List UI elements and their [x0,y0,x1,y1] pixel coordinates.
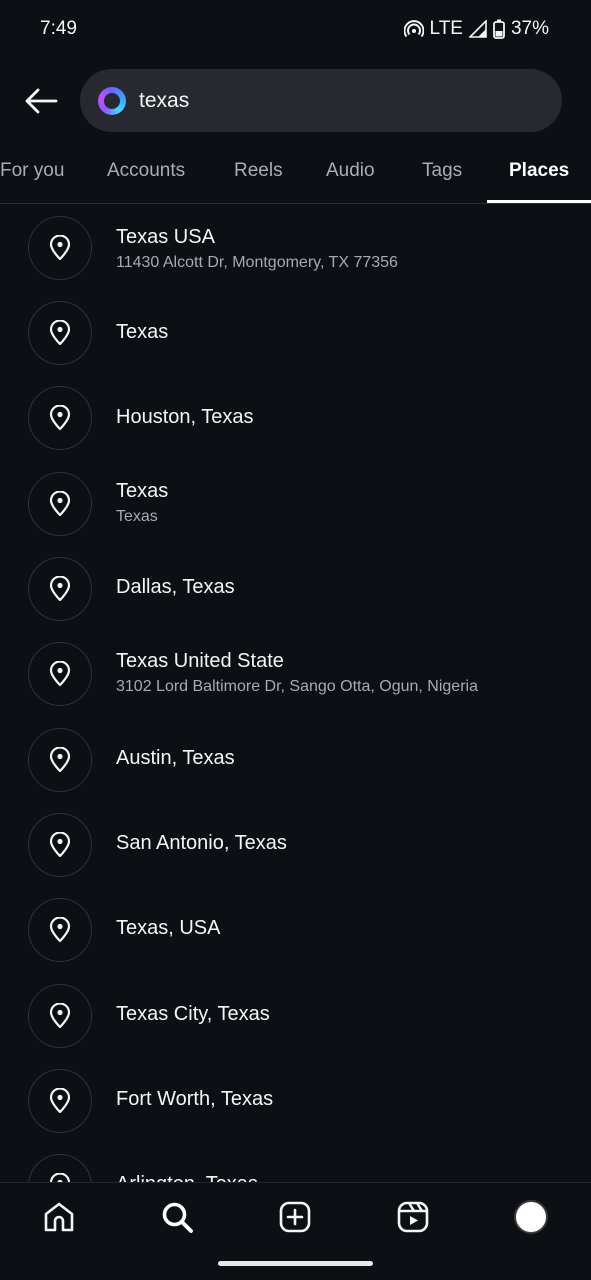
tab-audio[interactable]: Audio [326,160,375,182]
place-name: Texas USA [116,226,215,248]
location-pin-icon [28,984,92,1048]
create-icon[interactable] [275,1197,315,1237]
status-indicators: LTE 37% [403,18,549,40]
place-item[interactable]: Texas USA 11430 Alcott Dr, Montgomery, T… [0,208,591,288]
battery-icon [493,19,505,39]
place-name: Fort Worth, Texas [116,1088,274,1110]
profile-avatar[interactable] [511,1197,551,1237]
location-pin-icon [28,1069,92,1133]
location-pin-icon [28,642,92,706]
home-indicator[interactable] [218,1261,373,1266]
network-type: LTE [429,18,463,39]
search-input[interactable] [139,88,519,113]
location-pin-icon [28,472,92,536]
place-item[interactable]: San Antonio, Texas [0,805,591,885]
place-item[interactable]: Houston, Texas [0,378,591,458]
place-address: 11430 Alcott Dr, Montgomery, TX 77356 [116,254,398,271]
place-name: Texas, USA [116,917,221,939]
battery-level: 37% [510,18,549,39]
place-address: 3102 Lord Baltimore Dr, Sango Otta, Ogun… [116,678,478,695]
tab-reels[interactable]: Reels [234,160,283,182]
status-bar: 7:49 LTE 37% [0,0,591,60]
place-address: Texas [116,508,158,525]
home-icon[interactable] [39,1197,79,1237]
location-pin-icon [28,301,92,365]
place-item[interactable]: Dallas, Texas [0,549,591,629]
place-name: Dallas, Texas [116,576,235,598]
meta-ai-ring-icon[interactable] [98,86,126,115]
place-name: Texas City, Texas [116,1003,270,1025]
location-pin-icon [28,216,92,280]
place-item[interactable]: Arlington, Texas [0,1146,591,1182]
tab-accounts[interactable]: Accounts [107,160,185,182]
tab-for-you[interactable]: For you [0,160,64,182]
back-arrow-icon [25,88,58,114]
location-pin-icon [28,728,92,792]
location-pin-icon [28,898,92,962]
place-name: Arlington, Texas [116,1173,258,1182]
location-pin-icon [28,813,92,877]
location-pin-icon [28,386,92,450]
location-pin-icon [28,1154,92,1182]
place-item[interactable]: Texas City, Texas [0,976,591,1056]
place-name: Austin, Texas [116,747,235,769]
place-name: Texas [116,480,169,502]
place-name: San Antonio, Texas [116,832,287,854]
place-item[interactable]: Austin, Texas [0,720,591,800]
place-item[interactable]: Texas Texas [0,464,591,544]
back-button[interactable] [22,82,60,120]
reels-icon[interactable] [393,1197,433,1237]
place-name: Texas United State [116,650,284,672]
search-icon[interactable] [157,1197,197,1237]
signal-icon [468,20,487,38]
status-time: 7:49 [40,18,77,39]
tab-tags[interactable]: Tags [422,160,462,182]
places-results-list: Texas USA 11430 Alcott Dr, Montgomery, T… [0,204,591,1182]
active-tab-indicator [487,200,591,203]
search-screen: 7:49 LTE 37% texas For you Accounts Reel… [0,0,591,1280]
place-name: Houston, Texas [116,406,254,428]
place-item[interactable]: Texas [0,293,591,373]
avatar [514,1200,548,1234]
place-item[interactable]: Fort Worth, Texas [0,1061,591,1141]
place-item[interactable]: Texas, USA [0,890,591,970]
search-tabs: For you Accounts Reels Audio Tags Places [0,140,591,204]
search-bar[interactable] [80,69,562,132]
tab-places[interactable]: Places [509,160,569,182]
place-item[interactable]: Texas United State 3102 Lord Baltimore D… [0,634,591,714]
location-pin-icon [28,557,92,621]
hotspot-icon [403,20,424,38]
place-name: Texas [116,321,169,343]
